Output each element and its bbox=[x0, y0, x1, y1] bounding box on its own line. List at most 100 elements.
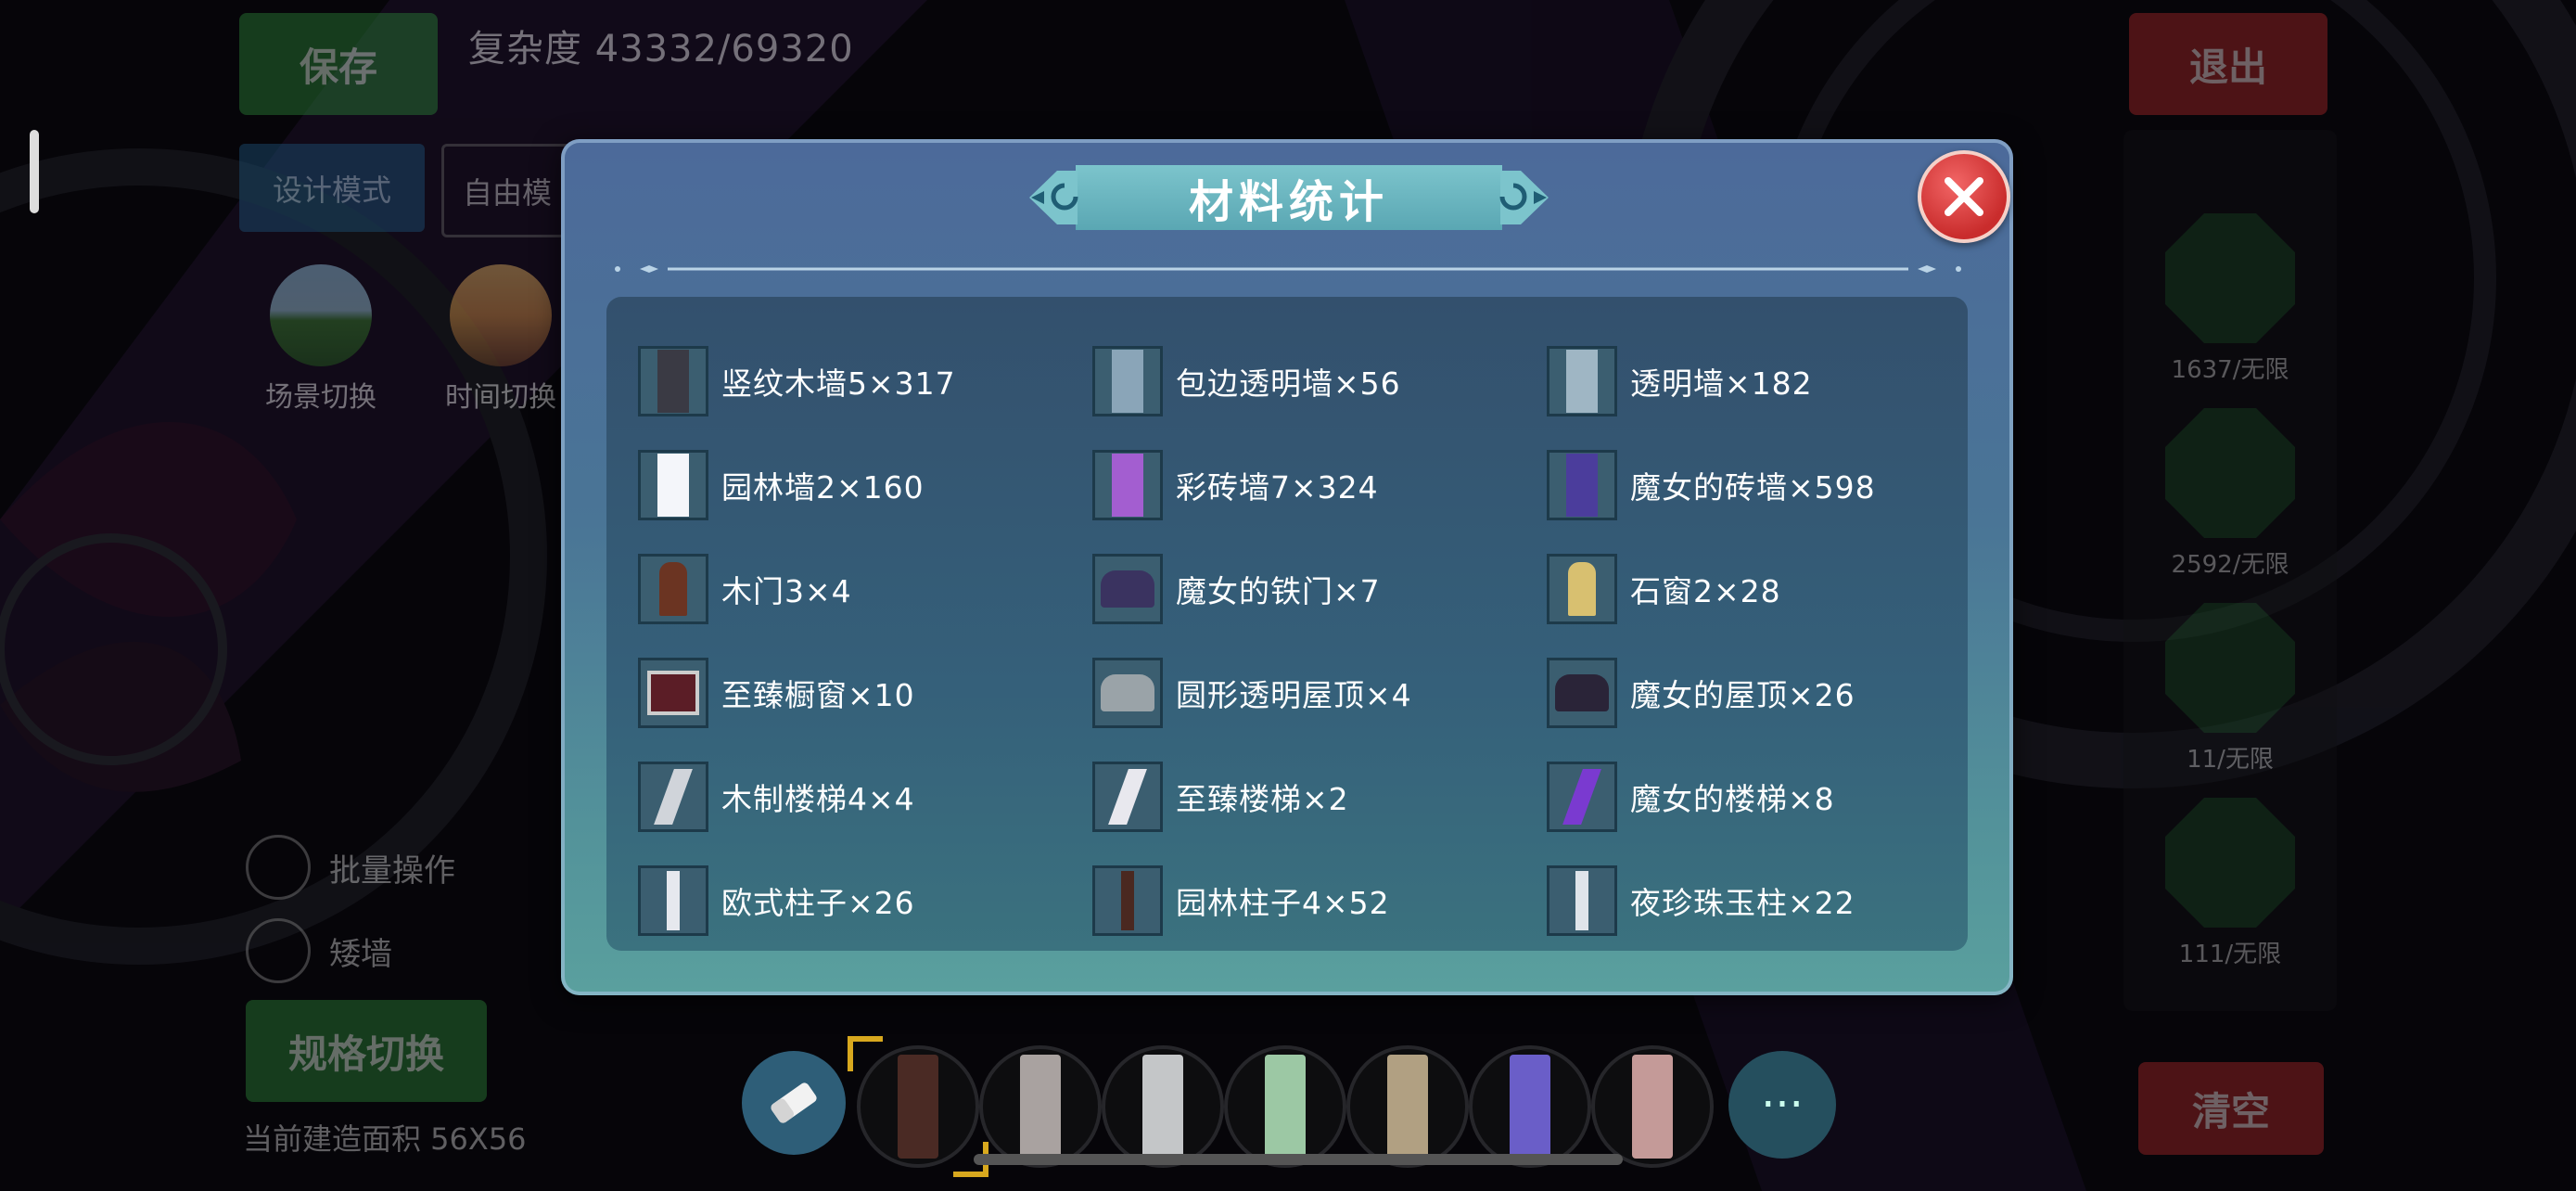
pink-window-swatch-icon bbox=[1632, 1055, 1673, 1159]
spec-switch-button[interactable]: 规格切换 bbox=[246, 1000, 487, 1102]
brick-wall-icon bbox=[2165, 213, 2295, 343]
low-wall-label: 矮墙 bbox=[329, 935, 392, 973]
toolbar-slot[interactable] bbox=[1591, 1045, 1714, 1168]
sidebar-item-window[interactable]: 11/无限 bbox=[2161, 603, 2300, 775]
toolbar-slot[interactable] bbox=[979, 1045, 1102, 1168]
material-label: 至臻楼梯×2 bbox=[1176, 781, 1349, 817]
toolbar-slot[interactable] bbox=[1469, 1045, 1591, 1168]
witch-stairs-icon bbox=[1547, 762, 1617, 832]
batch-radio[interactable] bbox=[246, 835, 311, 900]
material-label: 夜珍珠玉柱×22 bbox=[1630, 885, 1855, 921]
pearl-pillar-icon bbox=[1547, 865, 1617, 936]
complexity-counter: 复杂度 43332/69320 bbox=[468, 28, 854, 70]
sunset-icon bbox=[450, 264, 552, 366]
material-item: 至臻橱窗×10 bbox=[638, 641, 1092, 745]
clear-button[interactable]: 清空 bbox=[2138, 1062, 2324, 1155]
window-wall-swatch-icon bbox=[1387, 1055, 1428, 1159]
exit-button[interactable]: 退出 bbox=[2129, 13, 2327, 115]
material-item: 夜珍珠玉柱×22 bbox=[1547, 849, 1964, 953]
material-item: 竖纹木墙5×317 bbox=[638, 329, 1092, 433]
title-divider bbox=[615, 265, 1961, 273]
time-switch-label: 时间切换 bbox=[445, 381, 556, 414]
material-item: 至臻楼梯×2 bbox=[1092, 745, 1547, 849]
sidebar-count: 11/无限 bbox=[2187, 746, 2274, 774]
scroll-indicator[interactable] bbox=[30, 130, 39, 213]
premium-stairs-icon bbox=[1092, 762, 1163, 832]
material-label: 园林墙2×160 bbox=[721, 469, 925, 506]
glass-wall-icon bbox=[1547, 346, 1617, 416]
sidebar-item-floor[interactable]: 2592/无限 bbox=[2161, 408, 2300, 580]
material-label: 魔女的屋顶×26 bbox=[1630, 677, 1855, 713]
material-label: 石窗2×28 bbox=[1630, 573, 1781, 609]
toolbar-slot[interactable] bbox=[1224, 1045, 1346, 1168]
stair-icon bbox=[2165, 798, 2295, 928]
material-item: 园林墙2×160 bbox=[638, 433, 1092, 537]
scene-switch[interactable]: 场景切换 bbox=[237, 264, 404, 415]
floor-pattern-icon bbox=[2165, 408, 2295, 538]
material-label: 至臻橱窗×10 bbox=[721, 677, 915, 713]
window-icon bbox=[2165, 603, 2295, 733]
close-button[interactable] bbox=[1918, 150, 2010, 243]
material-item: 木门3×4 bbox=[638, 537, 1092, 641]
toolbar-slot[interactable] bbox=[1346, 1045, 1469, 1168]
home-indicator bbox=[974, 1154, 1623, 1165]
material-item: 魔女的砖墙×598 bbox=[1547, 433, 1964, 537]
toolbar-slot[interactable] bbox=[848, 1036, 988, 1177]
material-item: 魔女的铁门×7 bbox=[1092, 537, 1547, 641]
material-label: 欧式柱子×26 bbox=[721, 885, 915, 921]
witch-iron-gate-icon bbox=[1092, 554, 1163, 624]
material-label: 透明墙×182 bbox=[1630, 365, 1813, 402]
grey-wall-swatch-icon bbox=[1142, 1055, 1183, 1159]
materials-grid: 竖纹木墙5×317 包边透明墙×56 透明墙×182 园林墙2×160 彩砖墙7×324… bbox=[638, 329, 1964, 953]
more-button[interactable]: ··· bbox=[1728, 1051, 1836, 1159]
material-item: 欧式柱子×26 bbox=[638, 849, 1092, 953]
batch-operation-toggle[interactable]: 批量操作 bbox=[246, 835, 455, 900]
material-item: 魔女的屋顶×26 bbox=[1547, 641, 1964, 745]
witch-roof-icon bbox=[1547, 658, 1617, 728]
time-switch[interactable]: 时间切换 bbox=[417, 264, 584, 415]
design-mode-button[interactable]: 设计模式 bbox=[239, 144, 425, 232]
build-area-label: 当前建造面积 56X56 bbox=[243, 1121, 527, 1157]
material-item: 包边透明墙×56 bbox=[1092, 329, 1547, 433]
stone-window-icon bbox=[1547, 554, 1617, 624]
display-window-icon bbox=[638, 658, 708, 728]
sidebar-item-stair[interactable]: 111/无限 bbox=[2161, 798, 2300, 969]
material-label: 魔女的铁门×7 bbox=[1176, 573, 1381, 609]
european-pillar-icon bbox=[638, 865, 708, 936]
sidebar-count: 2592/无限 bbox=[2171, 551, 2289, 579]
material-item: 木制楼梯4×4 bbox=[638, 745, 1092, 849]
wood-wall-icon bbox=[638, 346, 708, 416]
green-wall-swatch-icon bbox=[1265, 1055, 1306, 1159]
low-wall-toggle[interactable]: 矮墙 bbox=[246, 918, 392, 983]
eraser-button[interactable] bbox=[742, 1051, 846, 1155]
sidebar-count: 111/无限 bbox=[2178, 941, 2282, 968]
material-label: 园林柱子4×52 bbox=[1176, 885, 1390, 921]
left-ornament-icon bbox=[1029, 171, 1078, 224]
brown-wall-swatch-icon bbox=[898, 1055, 938, 1159]
close-icon bbox=[1945, 177, 1983, 216]
toolbar-slot[interactable] bbox=[1102, 1045, 1224, 1168]
round-glass-roof-icon bbox=[1092, 658, 1163, 728]
material-item: 透明墙×182 bbox=[1547, 329, 1964, 433]
material-item: 石窗2×28 bbox=[1547, 537, 1964, 641]
low-wall-radio[interactable] bbox=[246, 918, 311, 983]
material-item: 魔女的楼梯×8 bbox=[1547, 745, 1964, 849]
dialog-title: 材料统计 bbox=[1188, 176, 1389, 228]
sidebar-item-brick[interactable]: 1637/无限 bbox=[2161, 213, 2300, 385]
material-item: 园林柱子4×52 bbox=[1092, 849, 1547, 953]
material-item: 彩砖墙7×324 bbox=[1092, 433, 1547, 537]
right-ornament-icon bbox=[1499, 171, 1549, 224]
purple-window-swatch-icon bbox=[1510, 1055, 1550, 1159]
scene-switch-label: 场景切换 bbox=[265, 381, 376, 414]
material-label: 包边透明墙×56 bbox=[1176, 365, 1401, 402]
color-brick-wall-icon bbox=[1092, 450, 1163, 520]
wood-door-icon bbox=[638, 554, 708, 624]
panel-wall-swatch-icon bbox=[1020, 1055, 1061, 1159]
material-label: 魔女的砖墙×598 bbox=[1630, 469, 1876, 506]
material-label: 魔女的楼梯×8 bbox=[1630, 781, 1835, 817]
save-button[interactable]: 保存 bbox=[239, 13, 438, 115]
landscape-icon bbox=[270, 264, 372, 366]
material-label: 圆形透明屋顶×4 bbox=[1176, 677, 1412, 713]
material-item: 圆形透明屋顶×4 bbox=[1092, 641, 1547, 745]
material-label: 木门3×4 bbox=[721, 573, 852, 609]
